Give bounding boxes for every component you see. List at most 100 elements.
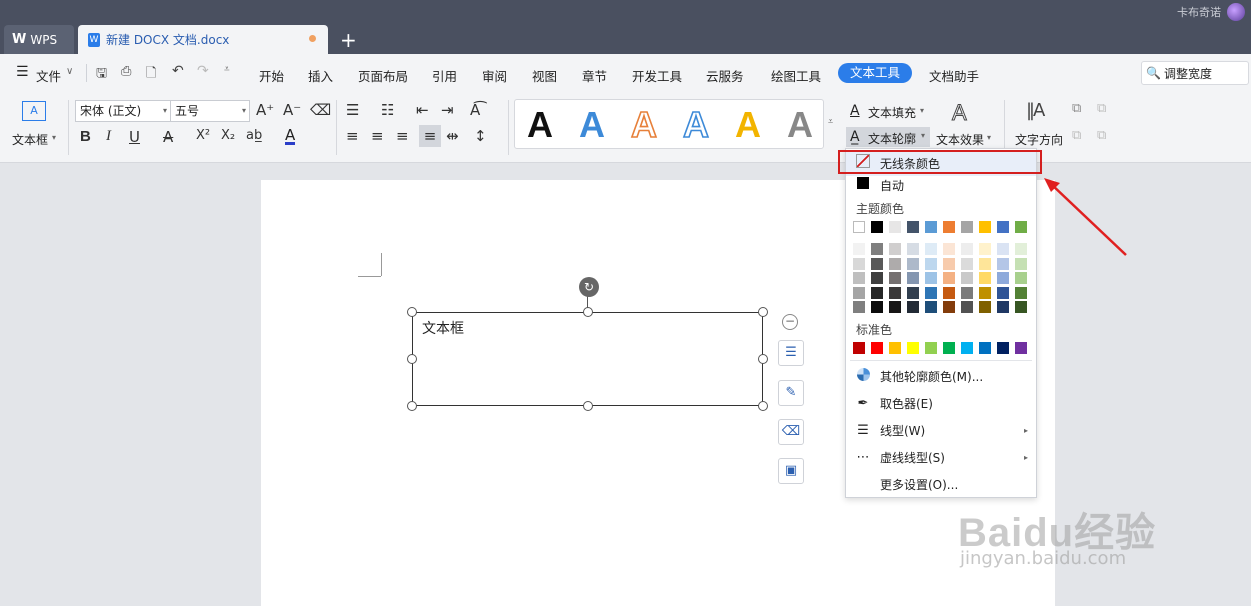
tab-wps-home[interactable]: W WPS [4, 25, 74, 54]
theme-color-swatch[interactable] [997, 221, 1009, 233]
standard-color-swatch[interactable] [961, 342, 973, 354]
textbox-button[interactable]: 文本框 [12, 131, 48, 148]
theme-shade-swatch[interactable] [1015, 301, 1027, 313]
theme-shade-swatch[interactable] [979, 272, 991, 284]
theme-color-swatch[interactable] [925, 221, 937, 233]
font-color-icon[interactable]: A [285, 128, 296, 145]
customize-toolbar-icon[interactable]: ⩡ [224, 64, 230, 75]
theme-shade-swatch[interactable] [1015, 257, 1027, 270]
theme-shade-swatch[interactable] [979, 257, 991, 270]
menu-view[interactable]: 视图 [532, 66, 557, 85]
text-box[interactable]: 文本框 [412, 312, 763, 406]
strikethrough-icon[interactable]: A [163, 128, 173, 146]
clear-format-icon[interactable]: ⌫ [310, 101, 331, 119]
distribute-icon[interactable]: ⇹ [446, 127, 459, 145]
theme-shade-swatch[interactable] [925, 243, 937, 255]
standard-color-swatch[interactable] [979, 342, 991, 354]
text-style-samples[interactable]: AAAAAA [514, 99, 824, 149]
menu-chapter[interactable]: 章节 [582, 66, 607, 85]
unsaved-dot-icon[interactable] [309, 35, 316, 42]
text-direction-icon[interactable]: ‖A [1026, 100, 1045, 121]
menu-developer[interactable]: 开发工具 [632, 66, 682, 85]
standard-color-swatch[interactable] [997, 342, 1009, 354]
style-sample-6[interactable]: A [787, 104, 813, 145]
print-icon[interactable]: ⎙ [121, 64, 131, 79]
resize-handle[interactable] [758, 307, 768, 317]
font-name-select[interactable]: 宋体 (正文) ▾ [75, 100, 171, 122]
theme-shade-swatch[interactable] [853, 272, 865, 284]
bullet-list-icon[interactable]: ☰ [346, 101, 359, 119]
bold-icon[interactable]: B [80, 128, 91, 145]
standard-color-swatch[interactable] [907, 342, 919, 354]
chevron-down-icon[interactable]: ▾ [987, 133, 991, 142]
theme-shade-swatch[interactable] [997, 257, 1009, 270]
style-sample-2[interactable]: A [579, 104, 605, 145]
avatar[interactable] [1227, 3, 1245, 21]
resize-handle[interactable] [407, 354, 417, 364]
resize-handle[interactable] [583, 401, 593, 411]
theme-shade-swatch[interactable] [907, 257, 919, 270]
theme-shade-swatch[interactable] [1015, 272, 1027, 284]
theme-shade-swatch[interactable] [889, 272, 901, 284]
theme-shade-swatch[interactable] [997, 272, 1009, 284]
redo-icon[interactable]: ↷ [197, 63, 209, 79]
standard-color-swatch[interactable] [853, 342, 865, 354]
file-menu[interactable]: 文件 [36, 66, 61, 85]
tab-document[interactable]: W 新建 DOCX 文档.docx [78, 25, 328, 54]
theme-shade-swatch[interactable] [943, 301, 955, 313]
text-box-content[interactable]: 文本框 [422, 318, 464, 338]
theme-color-swatch[interactable] [979, 221, 991, 233]
theme-shade-swatch[interactable] [943, 286, 955, 299]
new-tab-button[interactable]: + [340, 25, 357, 54]
menu-drawing-tools[interactable]: 绘图工具 [771, 66, 821, 85]
theme-shade-swatch[interactable] [853, 301, 865, 313]
theme-shade-swatch[interactable] [889, 286, 901, 299]
theme-shade-swatch[interactable] [997, 286, 1009, 299]
menu-text-tools[interactable]: 文本工具 [838, 63, 912, 83]
menu-item-eyedropper[interactable]: ✒ 取色器(E) [846, 390, 1036, 416]
align-center-icon[interactable]: ≡ [371, 127, 384, 145]
theme-shade-swatch[interactable] [853, 286, 865, 299]
menu-references[interactable]: 引用 [432, 66, 457, 85]
standard-color-swatch[interactable] [889, 342, 901, 354]
resize-handle[interactable] [758, 354, 768, 364]
theme-shade-swatch[interactable] [925, 301, 937, 313]
theme-shade-swatch[interactable] [907, 272, 919, 284]
theme-shade-swatch[interactable] [1015, 286, 1027, 299]
subscript-icon[interactable]: X₂ [221, 128, 235, 143]
menu-insert[interactable]: 插入 [308, 66, 333, 85]
align-left-icon[interactable]: ≡ [346, 127, 359, 145]
standard-color-swatch[interactable] [871, 342, 883, 354]
chevron-down-icon[interactable]: ▾ [52, 133, 56, 142]
theme-shade-swatch[interactable] [925, 286, 937, 299]
justify-icon[interactable]: ≡ [419, 125, 441, 147]
menu-item-more-settings[interactable]: 更多设置(O)... [846, 471, 1036, 497]
theme-shade-swatch[interactable] [907, 301, 919, 313]
theme-color-swatch[interactable] [961, 221, 973, 233]
standard-color-swatch[interactable] [943, 342, 955, 354]
menu-cloud[interactable]: 云服务 [706, 66, 744, 85]
text-fill-button[interactable]: 文本填充 [868, 104, 916, 121]
theme-shade-swatch[interactable] [961, 272, 973, 284]
theme-shade-swatch[interactable] [979, 301, 991, 313]
text-effect-button[interactable]: 文本效果 [936, 131, 984, 148]
resize-handle[interactable] [407, 401, 417, 411]
theme-shade-swatch[interactable] [871, 243, 883, 255]
theme-color-swatch[interactable] [871, 221, 883, 233]
break-link-icon[interactable]: ⧉ [1097, 101, 1106, 116]
theme-color-swatch[interactable] [889, 221, 901, 233]
shape-eraser-icon[interactable]: ⌫ [778, 419, 804, 445]
numbered-list-icon[interactable]: ☷ [381, 101, 394, 119]
theme-shade-swatch[interactable] [889, 243, 901, 255]
menu-item-auto[interactable]: 自动 [846, 172, 1036, 198]
textbox-icon[interactable]: A [22, 101, 46, 121]
character-shading-icon[interactable]: ab̲ [246, 128, 262, 143]
search-input[interactable]: 🔍 调整宽度 [1141, 61, 1249, 85]
collapse-icon[interactable]: − [782, 314, 798, 330]
theme-color-swatch[interactable] [943, 221, 955, 233]
menu-item-dash-type[interactable]: ⋯ 虚线线型(S) ▸ [846, 444, 1036, 470]
theme-shade-swatch[interactable] [871, 301, 883, 313]
menu-review[interactable]: 审阅 [482, 66, 507, 85]
menu-page-layout[interactable]: 页面布局 [358, 66, 408, 85]
theme-shade-swatch[interactable] [943, 272, 955, 284]
